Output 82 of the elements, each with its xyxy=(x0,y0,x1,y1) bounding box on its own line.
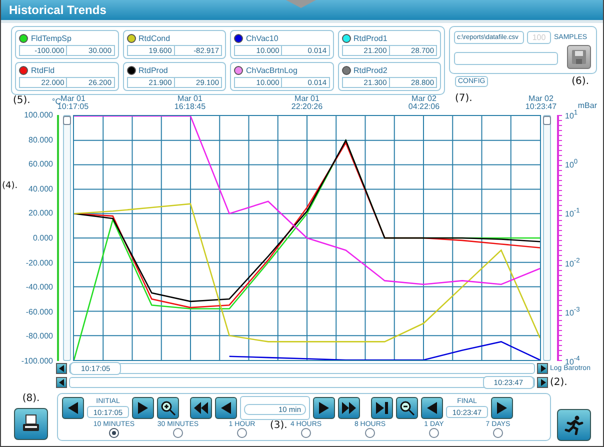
axis-label: -20.000 xyxy=(26,258,53,268)
scroll-left-button[interactable] xyxy=(56,377,67,388)
callout-label: (6). xyxy=(572,76,589,87)
skip-to-end-icon xyxy=(375,401,389,415)
tag-name: FldTempSp xyxy=(31,34,72,43)
text-field[interactable] xyxy=(454,52,558,65)
tag-name: ChVacBrtnLog xyxy=(246,66,298,75)
time-label: Mar 02 04:22:06 xyxy=(408,95,440,111)
rewind-icon xyxy=(193,401,209,415)
slider-thumb[interactable] xyxy=(543,116,551,125)
callout-label: (5). xyxy=(13,95,30,106)
callout-label: (8). xyxy=(22,393,40,404)
running-person-icon xyxy=(564,415,584,435)
scale-slider[interactable] xyxy=(543,115,551,361)
range-radio[interactable] xyxy=(365,428,375,438)
tag-name: RtdProd1 xyxy=(354,34,388,43)
callout-label: (2). xyxy=(550,377,568,388)
printer-icon xyxy=(21,414,41,434)
right-arrow-icon xyxy=(495,401,509,415)
left-arrow-icon xyxy=(219,401,233,415)
axis-label: -60.000 xyxy=(26,307,53,316)
range-radio[interactable] xyxy=(493,428,503,438)
axis-label: 10$^{-2}$ xyxy=(565,257,580,268)
range-radio[interactable] xyxy=(109,428,119,438)
time-label: Mar 01 22:20:26 xyxy=(291,95,323,111)
zoom-out-button[interactable] xyxy=(396,397,418,419)
axis-label: 10$^{-4}$ xyxy=(565,356,580,366)
scroll-right-button[interactable] xyxy=(537,377,548,388)
axis-label: -80.000 xyxy=(26,332,53,341)
tag-name: RtdProd xyxy=(138,66,168,75)
callout-label: (4). xyxy=(2,181,18,191)
zoom-out-icon xyxy=(399,400,415,416)
fast-forward-icon xyxy=(341,401,357,415)
tag-name: ChVac10 xyxy=(246,34,278,43)
scroll-left-button[interactable] xyxy=(56,363,67,374)
zoom-in-icon xyxy=(160,400,176,416)
axis-label: 100.000 xyxy=(24,110,53,120)
axis-label: 10$^{1}$ xyxy=(565,110,578,120)
left-arrow-icon xyxy=(425,401,439,415)
tag-name: RtdCond xyxy=(138,34,170,43)
tag-name: RtdFld xyxy=(31,66,55,75)
axis-label: 10$^{0}$ xyxy=(565,158,578,170)
zoom-in-button[interactable] xyxy=(157,397,179,419)
back-button[interactable] xyxy=(215,397,237,419)
range-radio[interactable] xyxy=(301,428,311,438)
range-radio[interactable] xyxy=(237,428,247,438)
back-button[interactable] xyxy=(62,397,84,419)
axis-label: -40.000 xyxy=(26,282,53,292)
right-arrow-icon xyxy=(136,401,150,415)
forward-button[interactable] xyxy=(313,397,335,419)
rewind-button[interactable] xyxy=(190,397,212,419)
unit-label: mBar xyxy=(578,101,597,110)
notch-marker xyxy=(286,0,316,8)
scroll-right-button[interactable] xyxy=(537,363,548,374)
callout-label: (3). xyxy=(270,420,288,431)
run-button[interactable] xyxy=(557,409,591,441)
time-label: Mar 02 10:23:47 xyxy=(525,95,557,111)
axis-label: 80.000 xyxy=(28,135,53,144)
axis-label: 10$^{-1}$ xyxy=(565,208,580,219)
unit-label: °C xyxy=(52,97,61,106)
callout-label: (7). xyxy=(455,93,472,104)
axis-label: -100.000 xyxy=(21,356,53,366)
axis-label: 20.000 xyxy=(28,208,53,218)
right-arrow-icon xyxy=(317,401,331,415)
window-title: Historical Trends xyxy=(9,3,106,17)
forward-button[interactable] xyxy=(132,397,154,419)
axis-label: 40.000 xyxy=(28,184,53,194)
print-button[interactable] xyxy=(14,408,48,440)
range-radio[interactable] xyxy=(173,428,183,438)
tag-name: RtdProd2 xyxy=(354,66,388,75)
axis-label: 60.000 xyxy=(28,160,53,169)
axis-label: 10$^{-3}$ xyxy=(565,306,580,318)
range-radio[interactable] xyxy=(429,428,439,438)
fast-forward-button[interactable] xyxy=(338,397,360,419)
left-arrow-icon xyxy=(66,401,80,415)
skip-to-end-button[interactable] xyxy=(371,397,393,419)
axis-label: 0.000 xyxy=(32,234,53,242)
forward-button[interactable] xyxy=(491,397,513,419)
time-label: Mar 01 16:18:45 xyxy=(174,95,206,111)
slider-thumb[interactable] xyxy=(63,116,71,125)
back-button[interactable] xyxy=(421,397,443,419)
scale-slider[interactable] xyxy=(63,115,71,361)
